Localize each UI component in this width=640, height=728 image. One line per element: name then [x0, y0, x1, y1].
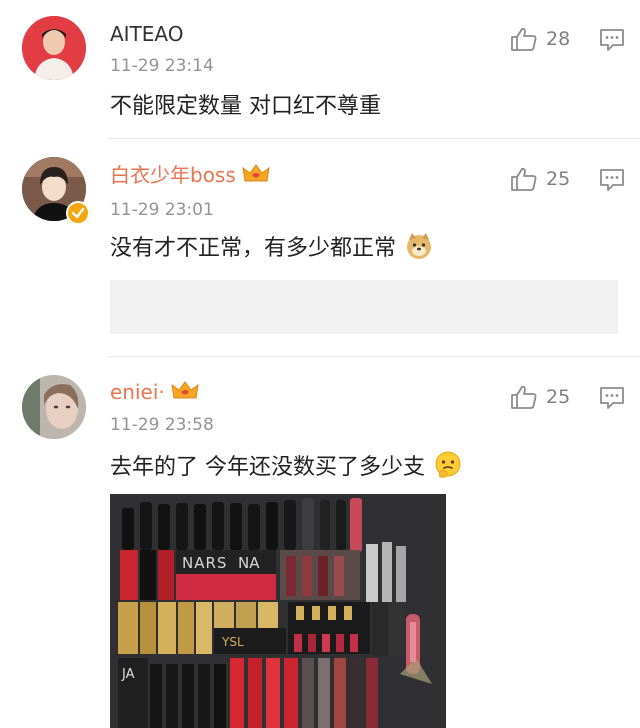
- vip-crown-icon: [171, 381, 199, 399]
- username-row: 白衣少年boss: [110, 163, 270, 187]
- timestamp: 11-29 23:01: [110, 200, 214, 220]
- comment-text: 没有才不正常，有多少都正常: [110, 236, 397, 261]
- nars-label-2: NA: [238, 554, 260, 572]
- like-count: 25: [546, 168, 571, 190]
- ja-label: JA: [121, 667, 135, 682]
- timestamp: 11-29 23:58: [110, 415, 214, 435]
- timestamp: 11-29 23:14: [110, 56, 214, 76]
- nars-label: NARS: [182, 554, 227, 572]
- thumbs-up-icon[interactable]: [510, 166, 538, 192]
- reply-icon[interactable]: [599, 386, 625, 410]
- thinking-emoji-icon: [435, 451, 461, 478]
- thumbs-up-icon[interactable]: [510, 26, 538, 52]
- verified-badge-icon: [66, 201, 90, 225]
- username[interactable]: 白衣少年boss: [110, 163, 236, 187]
- doge-emoji-icon: [407, 233, 432, 259]
- ysl-label: YSL: [221, 635, 244, 649]
- reply-icon[interactable]: [599, 28, 625, 52]
- divider: [108, 356, 640, 357]
- username-row: eniei·: [110, 380, 199, 404]
- like-count: 28: [546, 28, 571, 50]
- avatar[interactable]: [22, 375, 86, 439]
- lipstick-photo-graphic: NARS NA YSL JA: [110, 494, 446, 728]
- lipstick-collection-photo[interactable]: NARS NA YSL JA: [110, 494, 446, 728]
- divider: [108, 138, 640, 139]
- reply-icon[interactable]: [599, 168, 625, 192]
- quoted-content-box[interactable]: [110, 280, 618, 334]
- username[interactable]: eniei·: [110, 380, 165, 404]
- username[interactable]: AITEAO: [110, 22, 184, 46]
- comment-text: 去年的了 今年还没数买了多少支: [110, 455, 425, 480]
- thumbs-up-icon[interactable]: [510, 384, 538, 410]
- comment-text-row: 去年的了 今年还没数买了多少支: [110, 451, 462, 483]
- like-count: 25: [546, 386, 571, 408]
- avatar[interactable]: [22, 16, 86, 80]
- vip-crown-icon: [242, 164, 270, 182]
- comment-text: 不能限定数量 对口红不尊重: [110, 94, 381, 119]
- comment-text-row: 没有才不正常，有多少都正常: [110, 232, 433, 264]
